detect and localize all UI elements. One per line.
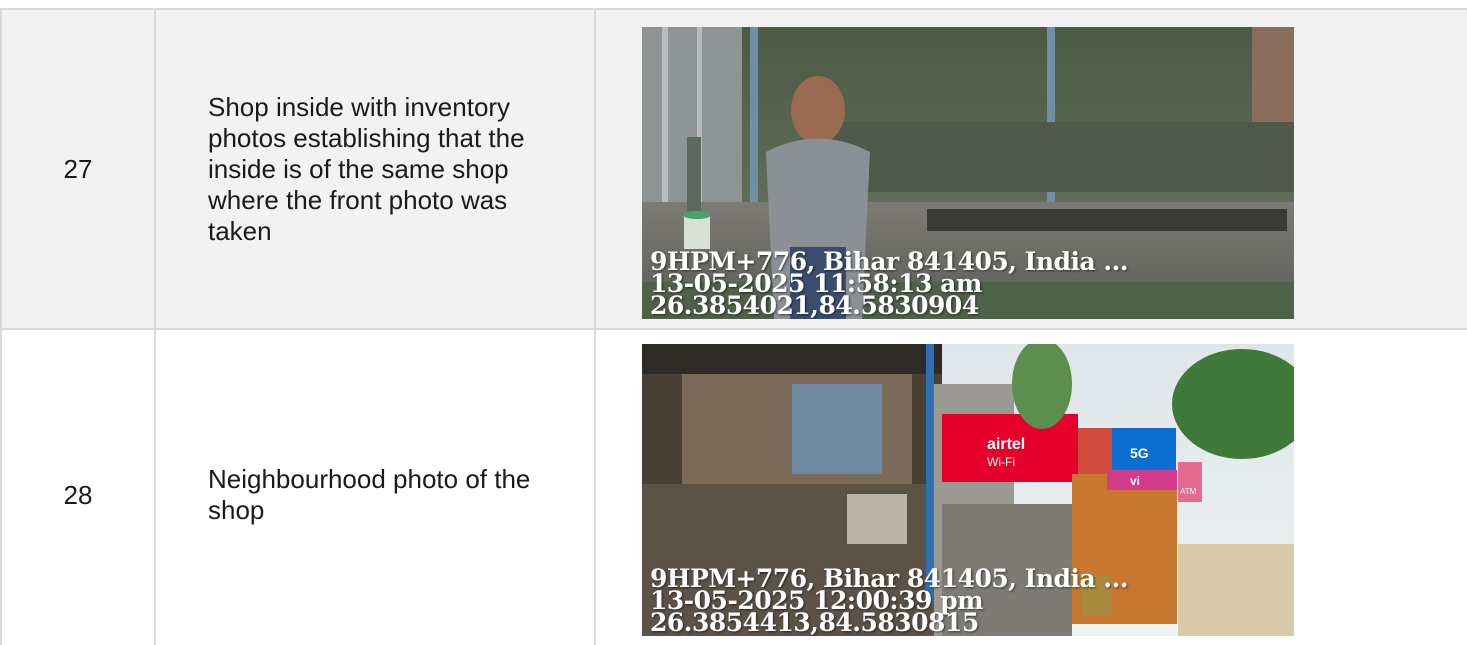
row-description-text: Shop inside with inventory photos establ… xyxy=(208,91,525,246)
geo-stamp-coordinates: 26.3854021,84.5830904 xyxy=(650,291,979,319)
airtel-sign-service: Wi-Fi xyxy=(987,455,1015,469)
row-description: Shop inside with inventory photos establ… xyxy=(154,8,596,330)
geo-stamp-coordinates: 26.3854413,84.5830815 xyxy=(650,608,979,636)
shop-inside-photo: 9HPM+776, Bihar 841405, India ... 13-05-… xyxy=(642,27,1294,319)
vi-sign-text: vi xyxy=(1130,474,1140,488)
photo-evidence-table: 27 Shop inside with inventory photos est… xyxy=(0,8,1467,645)
row-photo-cell: airtel Wi-Fi 5G vi ATM 9HPM+776, Bihar 8… xyxy=(594,328,1467,645)
row-number: 28 xyxy=(0,328,156,645)
airtel-sign-text: airtel xyxy=(987,436,1025,453)
row-number: 27 xyxy=(0,8,156,330)
table-row: 27 Shop inside with inventory photos est… xyxy=(0,8,1467,330)
row-description-text: Neighbourhood photo of the shop xyxy=(208,464,531,525)
table-row: 28 Neighbourhood photo of the shop airte… xyxy=(0,328,1467,645)
row-photo-cell: 9HPM+776, Bihar 841405, India ... 13-05-… xyxy=(594,8,1467,330)
atm-sign-text: ATM xyxy=(1180,487,1197,496)
geo-stamp: 9HPM+776, Bihar 841405, India ... 13-05-… xyxy=(650,249,1129,319)
geo-stamp: 9HPM+776, Bihar 841405, India ... 13-05-… xyxy=(650,566,1129,636)
neighbourhood-photo: airtel Wi-Fi 5G vi ATM 9HPM+776, Bihar 8… xyxy=(642,344,1294,636)
jio-sign-text: 5G xyxy=(1130,445,1149,461)
row-description: Neighbourhood photo of the shop xyxy=(154,328,596,645)
document-page: 27 Shop inside with inventory photos est… xyxy=(0,0,1467,645)
